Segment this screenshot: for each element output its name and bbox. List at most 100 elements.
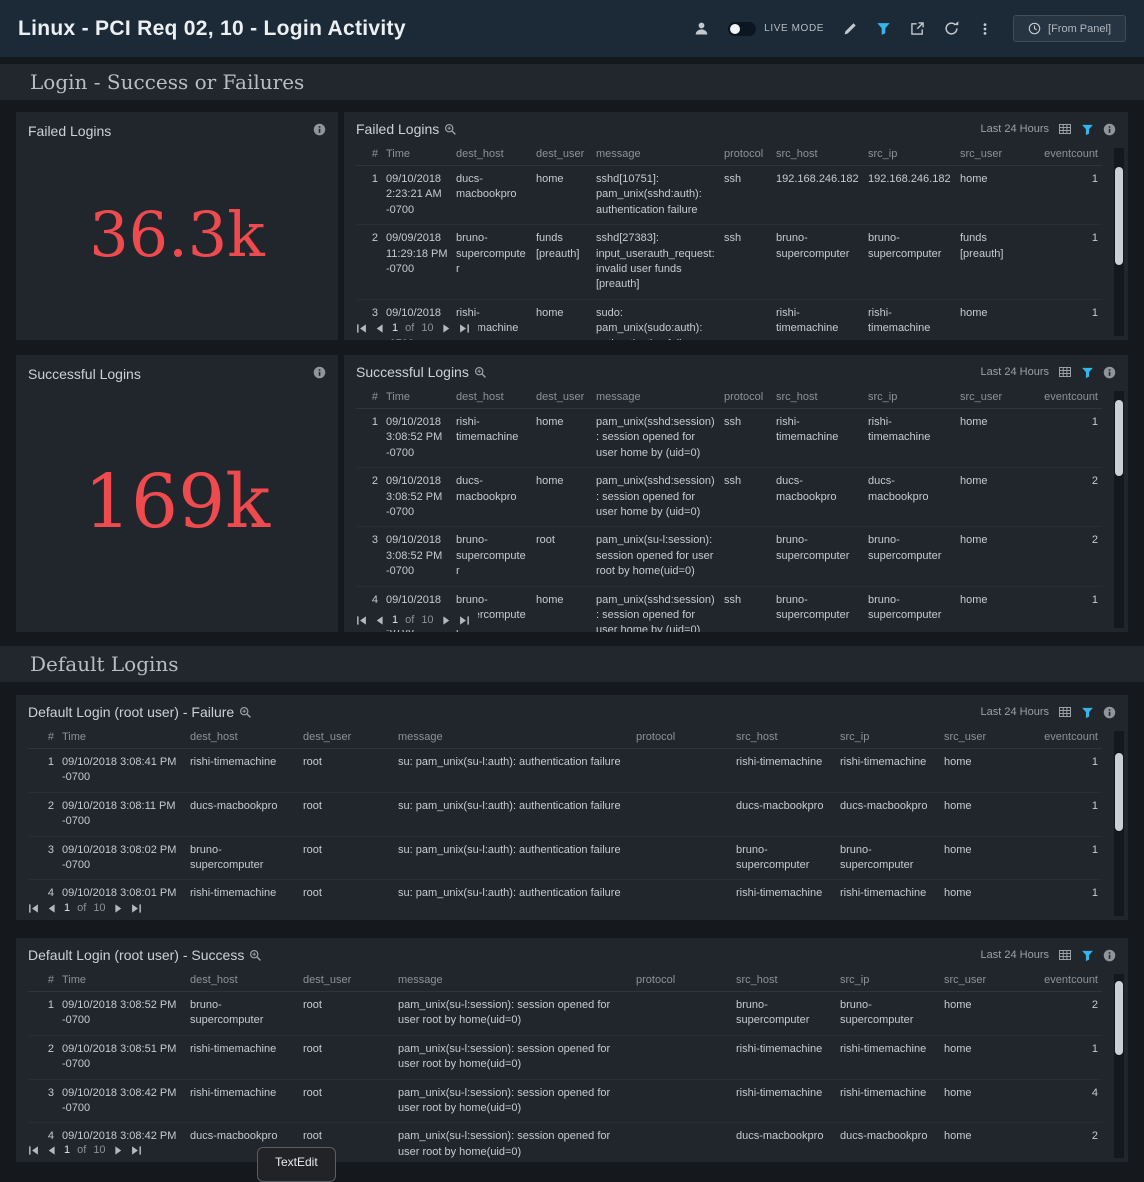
scrollbar[interactable] (1114, 974, 1124, 1158)
column-header[interactable]: eventcount (1024, 726, 1102, 749)
column-header[interactable]: protocol (720, 386, 772, 409)
info-icon[interactable] (1103, 949, 1116, 962)
table-view-icon[interactable] (1058, 122, 1072, 136)
column-header[interactable]: src_user (956, 386, 1032, 409)
table-view-icon[interactable] (1058, 948, 1072, 962)
table-row[interactable]: 109/10/2018 3:08:52 PM -0700bruno-superc… (28, 992, 1102, 1036)
table-row[interactable]: 309/10/2018 3:08:52 PM -0700bruno-superc… (356, 527, 1102, 586)
column-header[interactable]: protocol (632, 726, 732, 749)
column-header[interactable]: src_user (956, 143, 1032, 166)
edit-icon[interactable] (843, 22, 857, 36)
next-page-icon[interactable] (113, 903, 124, 914)
table-row[interactable]: 209/10/2018 3:08:11 PM -0700ducs-macbook… (28, 792, 1102, 836)
info-icon[interactable] (313, 366, 326, 379)
live-mode-toggle[interactable] (728, 22, 756, 36)
table-row[interactable]: 209/09/2018 11:29:18 PM -0700bruno-super… (356, 225, 1102, 300)
table-row[interactable]: 309/10/2018 3:08:02 PM -0700bruno-superc… (28, 836, 1102, 880)
prev-page-icon[interactable] (374, 615, 385, 626)
info-icon[interactable] (1103, 123, 1116, 136)
scrollbar-thumb[interactable] (1115, 753, 1123, 831)
table-row[interactable]: 409/10/2018 3:08:42 PM -0700ducs-macbook… (28, 1123, 1102, 1162)
column-header[interactable]: dest_host (452, 143, 532, 166)
column-header[interactable]: dest_host (186, 726, 299, 749)
magnifier-icon[interactable] (249, 949, 262, 962)
current-page[interactable]: 1 (392, 322, 398, 334)
last-page-icon[interactable] (459, 615, 470, 626)
column-header[interactable]: protocol (632, 969, 732, 992)
last-page-icon[interactable] (131, 1145, 142, 1156)
magnifier-icon[interactable] (444, 123, 457, 136)
column-header[interactable]: src_ip (864, 143, 956, 166)
table-view-icon[interactable] (1058, 705, 1072, 719)
prev-page-icon[interactable] (46, 903, 57, 914)
magnifier-icon[interactable] (239, 706, 252, 719)
first-page-icon[interactable] (28, 1145, 39, 1156)
scrollbar-thumb[interactable] (1115, 167, 1123, 265)
column-header[interactable]: src_ip (836, 969, 940, 992)
filter-icon[interactable] (1081, 949, 1094, 962)
info-icon[interactable] (1103, 366, 1116, 379)
first-page-icon[interactable] (356, 323, 367, 334)
next-page-icon[interactable] (441, 615, 452, 626)
column-header[interactable]: src_ip (864, 386, 956, 409)
column-header[interactable]: dest_host (452, 386, 532, 409)
column-header[interactable]: eventcount (1032, 386, 1102, 409)
table-row[interactable]: 309/10/2018 3:08:42 PM -0700rishi-timema… (28, 1079, 1102, 1123)
first-page-icon[interactable] (28, 903, 39, 914)
column-header[interactable]: src_ip (836, 726, 940, 749)
column-header[interactable]: src_host (772, 143, 864, 166)
info-icon[interactable] (1103, 706, 1116, 719)
prev-page-icon[interactable] (374, 323, 385, 334)
table-row[interactable]: 209/10/2018 3:08:51 PM -0700rishi-timema… (28, 1035, 1102, 1079)
column-header[interactable]: dest_host (186, 969, 299, 992)
column-header[interactable]: message (592, 143, 720, 166)
column-header[interactable]: Time (58, 969, 186, 992)
table-row[interactable]: 409/10/2018 3:08:01 PM -0700rishi-timema… (28, 880, 1102, 920)
column-header[interactable]: Time (382, 143, 452, 166)
column-header[interactable]: message (394, 969, 632, 992)
column-header[interactable]: dest_user (299, 969, 394, 992)
scrollbar[interactable] (1114, 148, 1124, 336)
first-page-icon[interactable] (356, 615, 367, 626)
scrollbar[interactable] (1114, 731, 1124, 916)
column-header[interactable]: src_user (940, 969, 1024, 992)
scrollbar-thumb[interactable] (1115, 981, 1123, 1055)
next-page-icon[interactable] (113, 1145, 124, 1156)
table-row[interactable]: 109/10/2018 3:08:41 PM -0700rishi-timema… (28, 749, 1102, 793)
table-row[interactable]: 109/10/2018 3:08:52 PM -0700rishi-timema… (356, 409, 1102, 468)
scrollbar-thumb[interactable] (1115, 400, 1123, 476)
user-icon[interactable] (694, 21, 709, 36)
info-icon[interactable] (313, 123, 326, 136)
column-header[interactable]: dest_user (532, 143, 592, 166)
column-header[interactable]: src_host (732, 969, 836, 992)
column-header[interactable]: protocol (720, 143, 772, 166)
column-header[interactable]: message (592, 386, 720, 409)
more-options-icon[interactable] (978, 22, 992, 36)
scrollbar[interactable] (1114, 391, 1124, 628)
table-view-icon[interactable] (1058, 365, 1072, 379)
filter-icon[interactable] (1081, 366, 1094, 379)
column-header[interactable]: # (356, 386, 382, 409)
last-page-icon[interactable] (459, 323, 470, 334)
column-header[interactable]: message (394, 726, 632, 749)
column-header[interactable]: # (356, 143, 382, 166)
table-row[interactable]: 109/10/2018 2:23:21 AM -0700ducs-macbook… (356, 166, 1102, 225)
last-page-icon[interactable] (131, 903, 142, 914)
column-header[interactable]: dest_user (532, 386, 592, 409)
column-header[interactable]: dest_user (299, 726, 394, 749)
column-header[interactable]: eventcount (1024, 969, 1102, 992)
filter-icon[interactable] (1081, 123, 1094, 136)
column-header[interactable]: Time (58, 726, 186, 749)
current-page[interactable]: 1 (392, 614, 398, 626)
prev-page-icon[interactable] (46, 1145, 57, 1156)
export-icon[interactable] (910, 21, 925, 36)
column-header[interactable]: eventcount (1032, 143, 1102, 166)
current-page[interactable]: 1 (64, 902, 70, 914)
current-page[interactable]: 1 (64, 1144, 70, 1156)
column-header[interactable]: src_user (940, 726, 1024, 749)
column-header[interactable]: # (28, 726, 58, 749)
column-header[interactable]: # (28, 969, 58, 992)
column-header[interactable]: src_host (772, 386, 864, 409)
column-header[interactable]: src_host (732, 726, 836, 749)
column-header[interactable]: Time (382, 386, 452, 409)
